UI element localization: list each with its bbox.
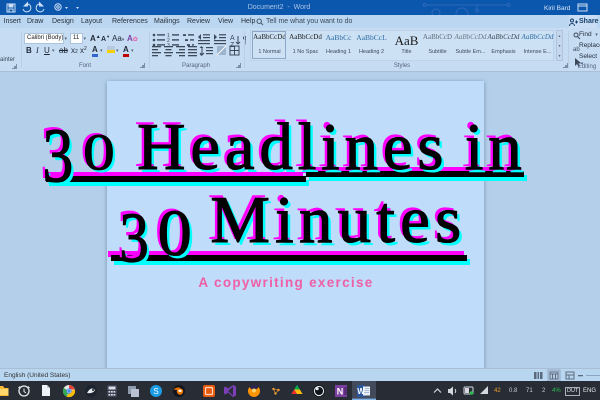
svg-text:N: N [337, 387, 344, 397]
svg-text:W: W [357, 387, 365, 396]
svg-text:A: A [230, 35, 235, 42]
svg-text:S: S [153, 387, 158, 396]
